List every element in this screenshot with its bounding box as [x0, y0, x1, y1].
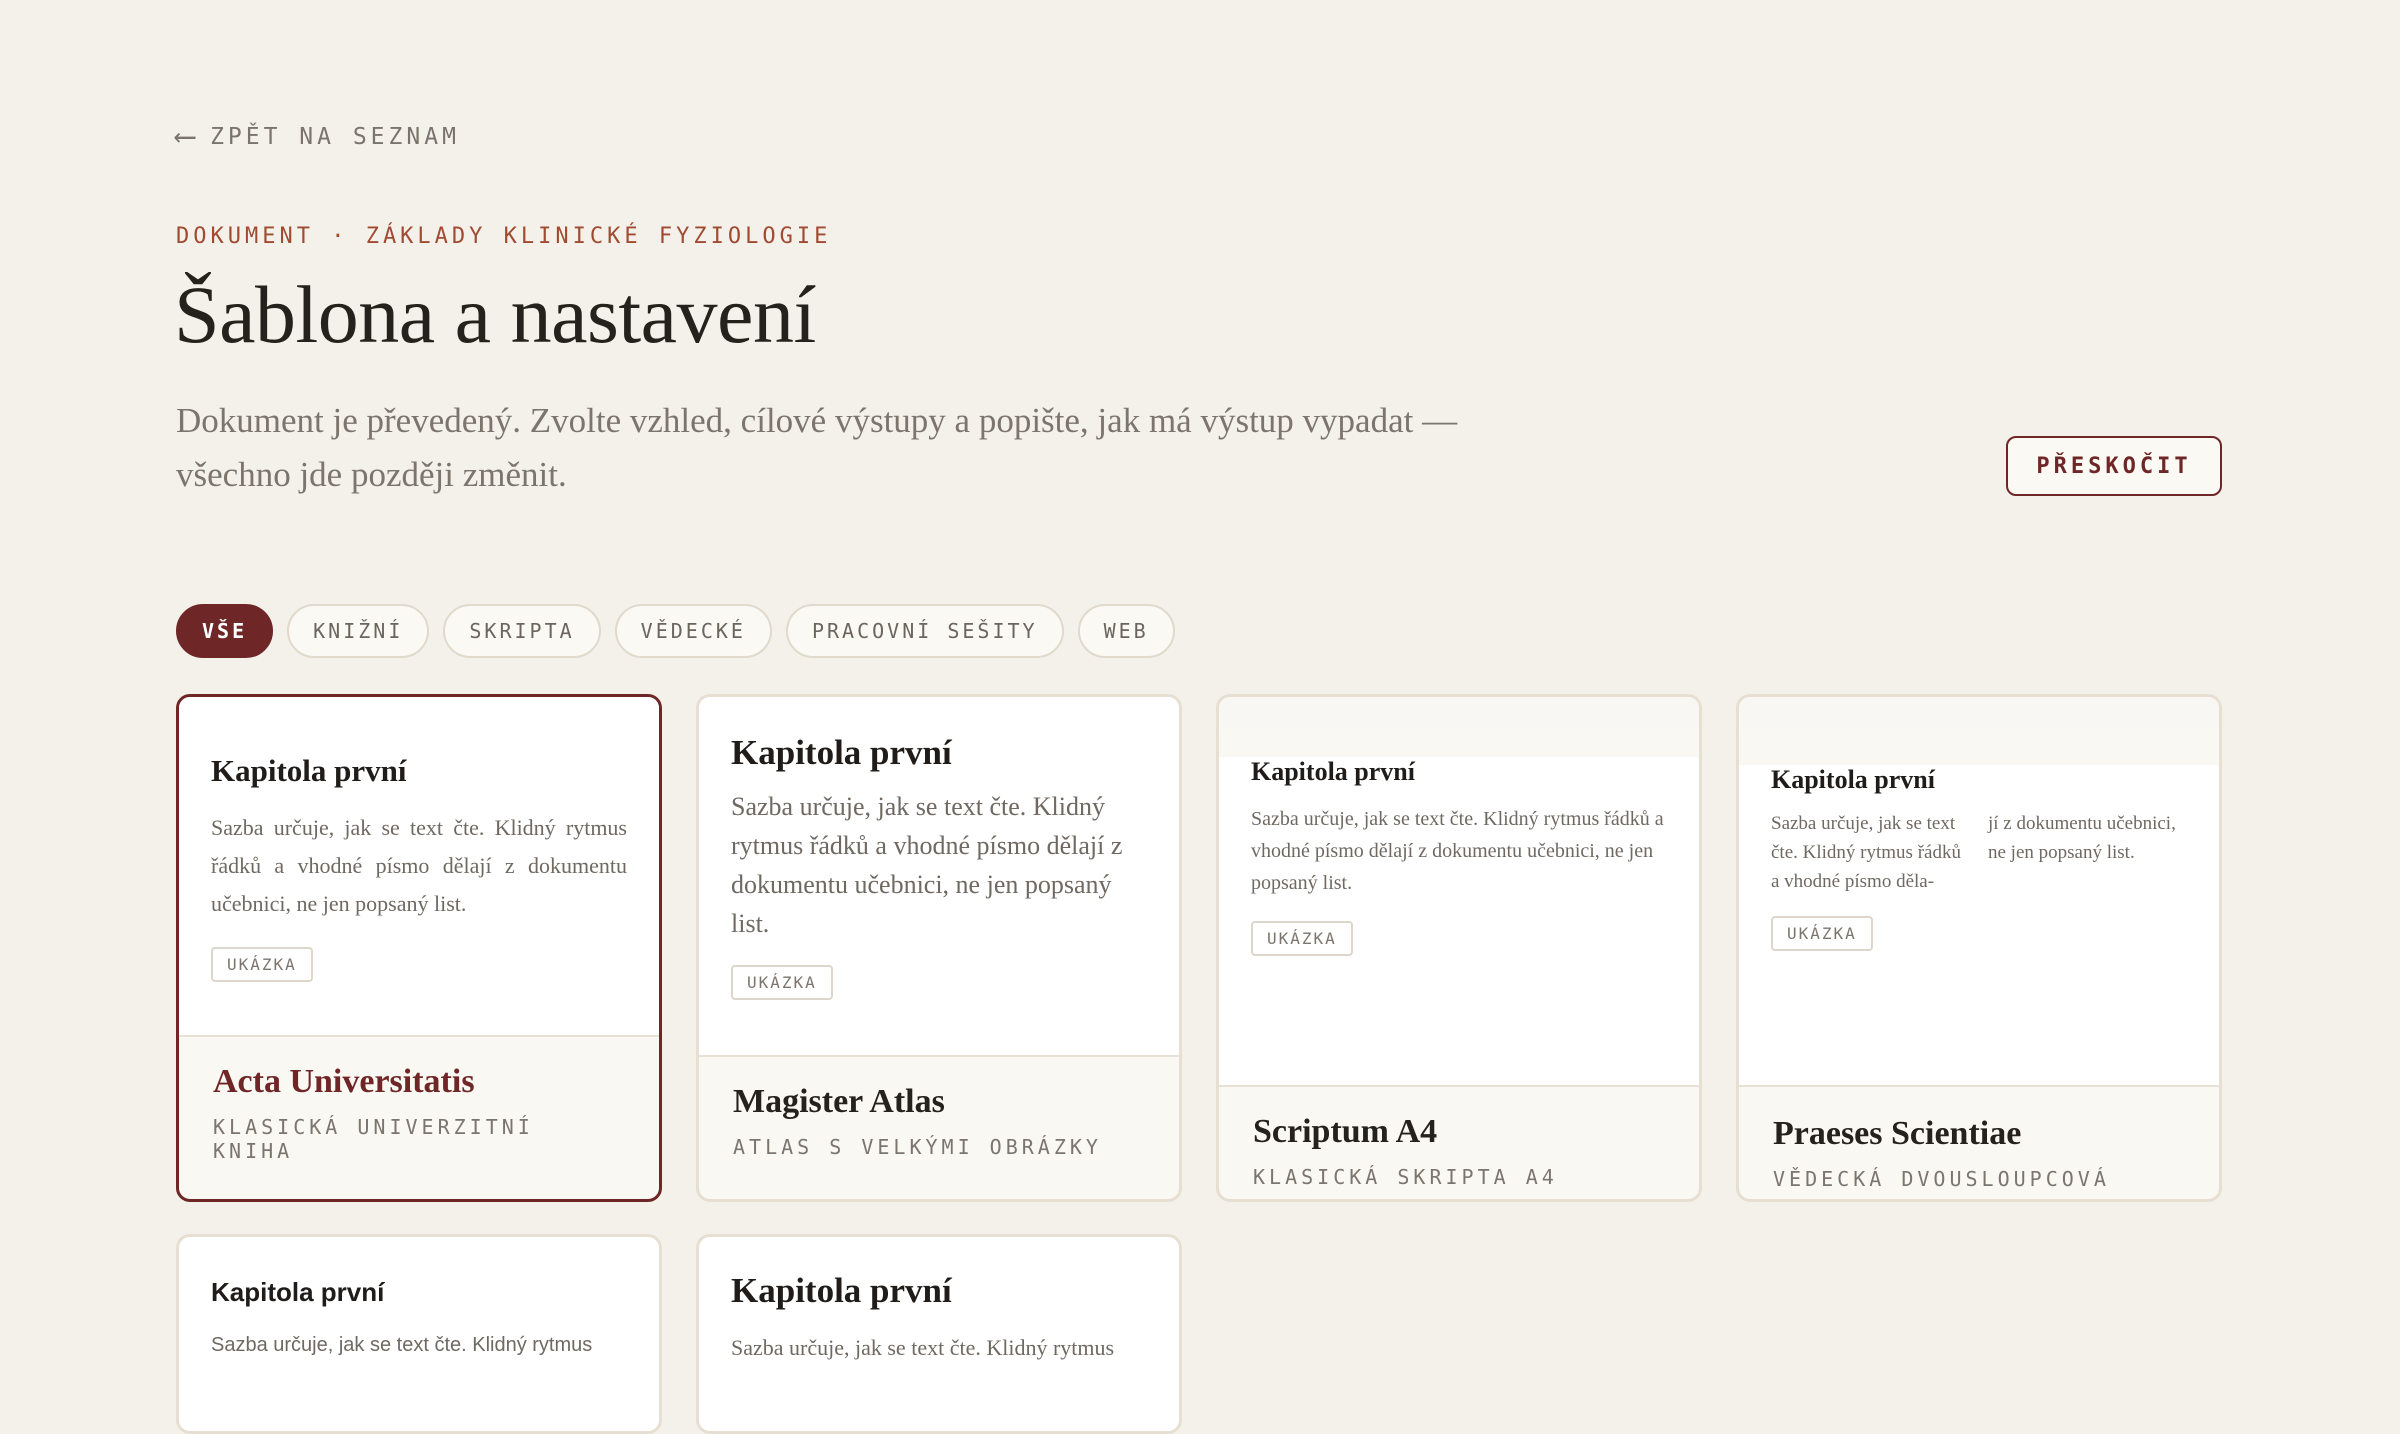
template-card[interactable]: Kapitola první Sazba určuje, jak se text…	[176, 1234, 662, 1434]
page-subtitle: Dokument je převedený. Zvolte vzhled, cí…	[176, 401, 1458, 494]
template-card-scriptum-a4[interactable]: Kapitola první Sazba určuje, jak se text…	[1216, 694, 1702, 1202]
template-name: Magister Atlas	[733, 1083, 945, 1120]
filter-chip-book[interactable]: KNIŽNÍ	[287, 604, 430, 658]
preview-body: Sazba určuje, jak se text čte. Klidný ry…	[211, 1334, 593, 1356]
template-preview: Kapitola první Sazba určuje, jak se text…	[699, 697, 1179, 1057]
preview-title: Kapitola první	[1771, 765, 1935, 794]
preview-body: Sazba určuje, jak se text čte. Klidný ry…	[1251, 808, 1664, 894]
filter-chip-workbooks[interactable]: PRACOVNÍ SEŠITY	[785, 604, 1064, 658]
preview-header-band	[1739, 697, 2219, 729]
filter-chip-web[interactable]: WEB	[1077, 604, 1175, 658]
template-card-acta-universitatis[interactable]: Kapitola první Sazba určuje, jak se text…	[176, 694, 662, 1202]
back-link-label: ZPĚT NA SEZNAM	[210, 124, 460, 150]
preview-body: Sazba určuje, jak se text čte. Klidný ry…	[211, 815, 627, 916]
template-subtitle: KLASICKÁ UNIVERZITNÍ KNIHA	[213, 1115, 534, 1163]
template-preview: Kapitola první Sazba určuje, jak se text…	[699, 1237, 1179, 1431]
filter-chip-scientific[interactable]: VĚDECKÉ	[614, 604, 772, 658]
preview-title: Kapitola první	[211, 753, 407, 788]
template-card-praeses-scientiae[interactable]: Kapitola první Sazba určuje, jak se text…	[1736, 694, 2222, 1202]
template-name: Acta Universitatis	[213, 1063, 475, 1100]
preview-column-left: Sazba určuje, jak se text čte. Klidný ry…	[1771, 813, 1961, 892]
template-preview: Kapitola první Sazba určuje, jak se text…	[179, 697, 659, 1037]
template-subtitle: VĚDECKÁ DVOUSLOUPCOVÁ	[1773, 1167, 2110, 1191]
preview-body: Sazba určuje, jak se text čte. Klidný ry…	[731, 792, 1123, 938]
template-preview: Kapitola první Sazba určuje, jak se text…	[179, 1237, 659, 1431]
template-card-magister-atlas[interactable]: Kapitola první Sazba určuje, jak se text…	[696, 694, 1182, 1202]
sample-tag: UKÁZKA	[1251, 921, 1353, 956]
preview-title: Kapitola první	[1251, 757, 1415, 786]
document-breadcrumb: DOKUMENT · ZÁKLADY KLINICKÉ FYZIOLOGIE	[176, 224, 832, 249]
preview-body: Sazba určuje, jak se text čte. Klidný ry…	[731, 1335, 1115, 1360]
template-card[interactable]: Kapitola první Sazba určuje, jak se text…	[696, 1234, 1182, 1434]
preview-title: Kapitola první	[211, 1277, 385, 1307]
preview-title: Kapitola první	[731, 1271, 952, 1310]
template-preview: Kapitola první Sazba určuje, jak se text…	[1219, 757, 1699, 1087]
filter-chip-all[interactable]: VŠE	[176, 604, 274, 658]
arrow-left-icon: ⟵	[176, 119, 195, 154]
template-filter-bar: VŠE KNIŽNÍ SKRIPTA VĚDECKÉ PRACOVNÍ SEŠI…	[176, 604, 1175, 658]
skip-button[interactable]: PŘESKOČIT	[2006, 436, 2222, 496]
template-subtitle: KLASICKÁ SKRIPTA A4	[1253, 1165, 1558, 1189]
template-name: Praeses Scientiae	[1773, 1115, 2022, 1152]
template-name: Scriptum A4	[1253, 1113, 1438, 1150]
sample-tag: UKÁZKA	[1771, 916, 1873, 951]
preview-column-right: jí z dokumentu učebnici, ne jen popsaný …	[1988, 813, 2176, 863]
page-title: Šablona a nastavení	[174, 269, 816, 360]
back-to-list-link[interactable]: ⟵ ZPĚT NA SEZNAM	[176, 122, 460, 152]
filter-chip-scripts[interactable]: SKRIPTA	[443, 604, 601, 658]
template-subtitle: ATLAS S VELKÝMI OBRÁZKY	[733, 1135, 1102, 1159]
preview-title: Kapitola první	[731, 733, 952, 772]
template-preview: Kapitola první Sazba určuje, jak se text…	[1739, 765, 2219, 1087]
sample-tag: UKÁZKA	[211, 947, 313, 982]
sample-tag: UKÁZKA	[731, 965, 833, 1000]
preview-two-columns: Sazba určuje, jak se text čte. Klidný ry…	[1771, 809, 2187, 896]
preview-header-band	[1219, 697, 1699, 729]
